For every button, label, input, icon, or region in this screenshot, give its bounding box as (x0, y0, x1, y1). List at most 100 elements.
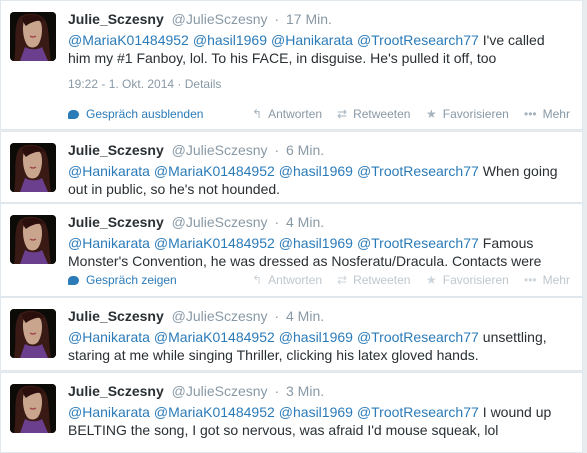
star-icon: ★ (426, 107, 437, 121)
reply-button[interactable]: ↰ Antworten (252, 273, 322, 287)
author-handle[interactable]: @JulieSczesny (172, 214, 268, 230)
reply-label: Antworten (268, 273, 323, 287)
avatar[interactable] (10, 384, 56, 433)
mention-link[interactable]: @TrootResearch77 (357, 163, 479, 179)
speech-bubble-icon (68, 110, 79, 119)
mention-link[interactable]: @TrootResearch77 (357, 32, 479, 48)
tweet-text: @Hanikarata @MariaK01484952 @hasil1969 @Tro… (68, 234, 582, 270)
tweet-card[interactable]: Julie_Sczesny @JulieSczesny · 6 Min. @Ha… (0, 131, 583, 203)
more-button[interactable]: ••• Mehr (524, 107, 570, 121)
speech-bubble-icon (68, 276, 79, 285)
author-handle[interactable]: @JulieSczesny (172, 11, 268, 27)
retweet-label: Retweeten (353, 273, 411, 287)
mention-link[interactable]: @MariaK01484952 (68, 32, 189, 48)
tweet-text-fragment: I've called (482, 32, 545, 48)
tweet-header: Julie_Sczesny @JulieSczesny · 4 Min. (68, 307, 324, 325)
author-handle[interactable]: @JulieSczesny (172, 142, 268, 158)
more-button[interactable]: ••• Mehr (524, 273, 570, 287)
separator: · (274, 383, 280, 399)
tweet-time[interactable]: 17 Min. (286, 11, 332, 27)
retweet-button[interactable]: ⇄ Retweeten (337, 273, 410, 287)
tweet-card[interactable]: Julie_Sczesny @JulieSczesny · 4 Min. @Ha… (0, 203, 583, 297)
favorite-button[interactable]: ★ Favorisieren (426, 273, 509, 287)
author-name[interactable]: Julie_Sczesny (68, 308, 164, 324)
reply-label: Antworten (268, 107, 323, 121)
ellipsis-icon: ••• (524, 273, 537, 287)
author-name[interactable]: Julie_Sczesny (68, 142, 164, 158)
tweet-line-2: staring at me while singing Thriller, cl… (68, 347, 479, 363)
retweet-label: Retweeten (353, 107, 411, 121)
mention-link[interactable]: @MariaK01484952 (154, 163, 275, 179)
tweet-header: Julie_Sczesny @JulieSczesny · 6 Min. (68, 141, 324, 159)
tweet-line-2: out in public, so he's not hounded. (68, 181, 281, 197)
separator: · (274, 142, 280, 158)
mention-link[interactable]: @TrootResearch77 (357, 404, 479, 420)
tweet-line-2: him my #1 Fanboy, lol. To his FACE, in d… (68, 50, 497, 66)
tweet-line-1: @MariaK01484952 @hasil1969 @Hanikarata @Tro… (68, 31, 582, 49)
toggle-conversation-label: Gespräch ausblenden (86, 107, 204, 121)
tweet-text-fragment: unsettling, (482, 329, 547, 345)
tweet-text-fragment: When going (482, 163, 558, 179)
mention-link[interactable]: @hasil1969 (193, 32, 267, 48)
tweet-header: Julie_Sczesny @JulieSczesny · 3 Min. (68, 382, 324, 400)
tweet-line-2: BELTING the song, I got so nervous, was … (68, 422, 499, 438)
tweet-header: Julie_Sczesny @JulieSczesny · 17 Min. (68, 10, 332, 28)
tweet-time[interactable]: 4 Min. (286, 308, 324, 324)
favorite-button[interactable]: ★ Favorisieren (426, 107, 509, 121)
avatar[interactable] (10, 143, 56, 192)
retweet-button[interactable]: ⇄ Retweeten (337, 107, 410, 121)
mention-link[interactable]: @hasil1969 (279, 235, 353, 251)
tweet-header: Julie_Sczesny @JulieSczesny · 4 Min. (68, 213, 324, 231)
mention-link[interactable]: @Hanikarata (68, 329, 150, 345)
separator: · (274, 11, 280, 27)
avatar[interactable] (10, 309, 56, 358)
toggle-conversation-button[interactable]: Gespräch zeigen (68, 273, 177, 287)
tweet-line-1: @Hanikarata @MariaK01484952 @hasil1969 @Tro… (68, 403, 582, 421)
tweet-card[interactable]: Julie_Sczesny @JulieSczesny · 3 Min. @Ha… (0, 372, 583, 453)
tweet-time[interactable]: 6 Min. (286, 142, 324, 158)
tweet-line-1: @Hanikarata @MariaK01484952 @hasil1969 @Tro… (68, 234, 582, 252)
mention-link[interactable]: @Hanikarata (68, 235, 150, 251)
reply-button[interactable]: ↰ Antworten (252, 107, 322, 121)
retweet-icon: ⇄ (337, 273, 348, 287)
reply-arrow-icon: ↰ (252, 107, 263, 121)
mention-link[interactable]: @MariaK01484952 (154, 235, 275, 251)
avatar[interactable] (10, 215, 56, 264)
mention-link[interactable]: @MariaK01484952 (154, 329, 275, 345)
more-label: Mehr (542, 107, 570, 121)
tweet-card[interactable]: Julie_Sczesny @JulieSczesny · 4 Min. @Ha… (0, 297, 583, 371)
mention-link[interactable]: @hasil1969 (279, 404, 353, 420)
tweet-text: @Hanikarata @MariaK01484952 @hasil1969 @Tro… (68, 162, 582, 198)
tweet-line-2: Monster's Convention, he was dressed as … (68, 253, 542, 269)
tweet-text: @MariaK01484952 @hasil1969 @Hanikarata @Tro… (68, 31, 582, 67)
favorite-label: Favorisieren (442, 273, 509, 287)
more-label: Mehr (542, 273, 570, 287)
separator: · (274, 308, 280, 324)
author-name[interactable]: Julie_Sczesny (68, 11, 164, 27)
tweet-line-1: @Hanikarata @MariaK01484952 @hasil1969 @Tro… (68, 162, 582, 180)
mention-link[interactable]: @MariaK01484952 (154, 404, 275, 420)
author-handle[interactable]: @JulieSczesny (172, 308, 268, 324)
mention-link[interactable]: @hasil1969 (279, 329, 353, 345)
ellipsis-icon: ••• (524, 107, 537, 121)
tweet-details[interactable]: 19:22 - 1. Okt. 2014 · Details (68, 77, 221, 91)
mention-link[interactable]: @TrootResearch77 (357, 329, 479, 345)
tweet-time[interactable]: 4 Min. (286, 214, 324, 230)
tweet-text: @Hanikarata @MariaK01484952 @hasil1969 @Tro… (68, 403, 582, 439)
mention-link[interactable]: @Hanikarata (68, 163, 150, 179)
mention-link[interactable]: @Hanikarata (271, 32, 353, 48)
favorite-label: Favorisieren (442, 107, 509, 121)
toggle-conversation-button[interactable]: Gespräch ausblenden (68, 107, 203, 121)
tweet-card[interactable]: Julie_Sczesny @JulieSczesny · 17 Min. @M… (0, 0, 583, 130)
tweet-line-1: @Hanikarata @MariaK01484952 @hasil1969 @Tro… (68, 328, 582, 346)
author-name[interactable]: Julie_Sczesny (68, 383, 164, 399)
tweet-time[interactable]: 3 Min. (286, 383, 324, 399)
author-name[interactable]: Julie_Sczesny (68, 214, 164, 230)
toggle-conversation-label: Gespräch zeigen (86, 273, 177, 287)
mention-link[interactable]: @Hanikarata (68, 404, 150, 420)
mention-link[interactable]: @TrootResearch77 (357, 235, 479, 251)
tweet-text-fragment: I wound up (482, 404, 552, 420)
mention-link[interactable]: @hasil1969 (279, 163, 353, 179)
avatar[interactable] (10, 12, 56, 61)
author-handle[interactable]: @JulieSczesny (172, 383, 268, 399)
